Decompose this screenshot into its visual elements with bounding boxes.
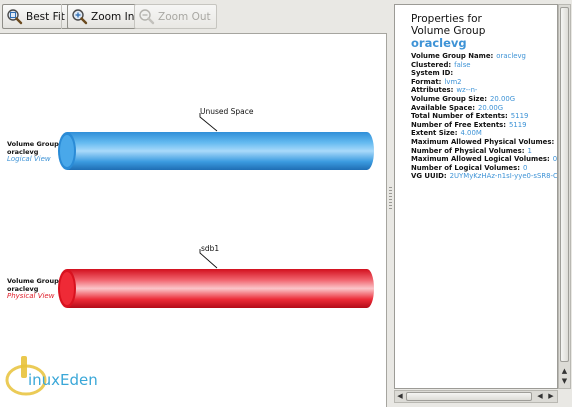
properties-vg-name: oraclevg (411, 36, 467, 50)
property-value: false (454, 60, 471, 69)
property-value: oraclevg (496, 52, 526, 60)
property-row: Attributes: wz--n- (411, 86, 557, 95)
property-key: Attributes: (411, 86, 454, 95)
properties-title: Properties for Volume Group (411, 13, 485, 37)
properties-title-line1: Properties for (411, 13, 482, 25)
property-key: Maximum Allowed Physical Volumes: (411, 137, 555, 146)
zoom-in-label: Zoom In (91, 10, 135, 23)
property-value: 0 (552, 155, 558, 164)
linuxeden-watermark-logo: inuxEden (5, 356, 98, 396)
property-row: Format: lvm2 (411, 77, 557, 87)
property-row: Maximum Allowed Physical Volumes:0 (411, 137, 557, 147)
zoom-out-label: Zoom Out (158, 10, 211, 23)
property-row: Total Number of Extents: 5119 (411, 112, 557, 121)
scroll-left-arrow-2-icon[interactable]: ◀ (535, 391, 545, 402)
physical-volume-cylinder[interactable] (56, 268, 376, 310)
best-fit-label: Best Fit (26, 10, 65, 23)
unused-space-leader-line (199, 113, 218, 132)
property-row: Clustered: false (411, 60, 557, 70)
properties-vertical-scrollbar[interactable]: ▲ ▼ (558, 4, 571, 389)
property-row: VG UUID: 2UYMyKzHAz-n1sI-yye0-sSR8-Cz (411, 172, 558, 181)
property-key: Maximum Allowed Logical Volumes: (411, 155, 550, 164)
property-value: 20.00G (478, 103, 504, 112)
toolbar: Best Fit Zoom In Zoom Out (0, 0, 386, 32)
watermark-text: inuxEden (28, 371, 98, 389)
scroll-left-arrow-icon[interactable]: ◀ (395, 391, 405, 402)
property-key: Number of Physical Volumes: (411, 146, 525, 155)
property-key: Format: (411, 77, 442, 86)
property-value: 1 (527, 146, 532, 155)
property-value: 4.00M (460, 129, 482, 138)
property-key: VG UUID: (411, 172, 447, 181)
physical-view-label: Volume Group oraclevg Physical View (7, 277, 59, 301)
property-value: 20.00G (490, 94, 516, 103)
property-key: Clustered: (411, 60, 452, 69)
zoom-best-fit-icon (7, 9, 23, 25)
zoom-out-icon (139, 9, 155, 25)
logical-volume-cylinder[interactable] (56, 131, 376, 171)
vertical-scroll-thumb[interactable] (560, 7, 569, 362)
property-key: Number of Logical Volumes: (411, 163, 520, 172)
property-row: Volume Group Name: oraclevg (411, 52, 557, 61)
property-value: 5119 (508, 120, 527, 129)
property-row: Number of Free Extents: 5119 (411, 120, 557, 130)
physical-view-caption: Physical View (7, 292, 55, 300)
zoom-in-button[interactable]: Zoom In (67, 4, 141, 29)
property-value: 2UYMyKzHAz-n1sI-yye0-sSR8-Cz (449, 172, 558, 181)
property-key: Extent Size: (411, 129, 458, 138)
toolbar-separator (61, 4, 62, 29)
zoom-out-button[interactable]: Zoom Out (134, 4, 217, 29)
scroll-down-arrow-icon[interactable]: ▼ (560, 377, 569, 386)
property-row: Extent Size: 4.00M (411, 129, 557, 138)
horizontal-scroll-thumb[interactable] (406, 392, 532, 401)
zoom-in-icon (72, 9, 88, 25)
property-row: Maximum Allowed Logical Volumes: 0 (411, 155, 558, 164)
logical-view-label: Volume Group oraclevg Logical View (7, 140, 59, 164)
volume-group-canvas: Volume Group oraclevg Logical View Unuse… (0, 33, 387, 407)
scroll-right-arrow-icon[interactable]: ▶ (546, 391, 556, 402)
property-value: lvm2 (444, 77, 462, 86)
property-row: Number of Logical Volumes: 0 (411, 163, 557, 173)
property-key: Number of Free Extents: (411, 120, 506, 129)
property-value: 5119 (510, 112, 529, 121)
pane-grip-handle[interactable] (389, 187, 392, 211)
properties-panel: Properties for Volume Group oraclevg Vol… (394, 4, 558, 389)
property-value: 0 (522, 163, 528, 172)
logical-view-caption: Logical View (7, 155, 51, 163)
property-key: Volume Group Size: (411, 94, 487, 103)
property-key: Volume Group Name: (411, 52, 494, 60)
property-row: System ID: (411, 69, 557, 78)
sdb1-leader-line (199, 249, 218, 269)
lvm-window: Best Fit Zoom In Zoom Out Volume Group o… (0, 0, 572, 407)
scrollbar-corner (558, 390, 571, 403)
properties-horizontal-scrollbar[interactable]: ◀ ◀ ▶ (394, 390, 558, 403)
scroll-up-arrow-icon[interactable]: ▲ (560, 367, 569, 376)
property-key: System ID: (411, 69, 454, 78)
property-key: Available Space: (411, 103, 476, 112)
property-list: Volume Group Name: oraclevg Clustered: fals… (411, 52, 558, 181)
property-row: Available Space: 20.00G (411, 103, 557, 113)
property-row: Number of Physical Volumes: 1 (411, 146, 557, 156)
property-row: Volume Group Size: 20.00G (411, 94, 557, 104)
property-key: Total Number of Extents: (411, 112, 508, 121)
property-value: wz--n- (456, 86, 478, 95)
